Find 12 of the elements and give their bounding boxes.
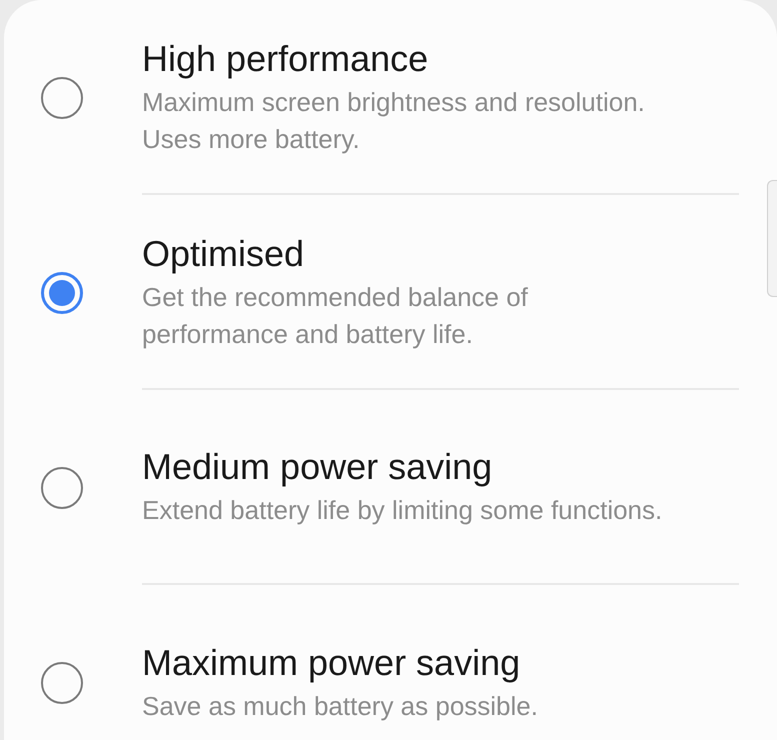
radio-button[interactable] [41,76,83,118]
option-title[interactable]: High performance [142,36,679,82]
option-description: Extend battery life by limiting some functions. [142,494,664,527]
option-description: Get the recommended balance of performance and battery life. [142,280,529,350]
radio-button[interactable] [41,466,83,508]
option-title[interactable]: Medium power saving [142,444,679,490]
option-description: Maximum screen brightness and resolution. Uses more battery. [142,86,646,156]
option-title[interactable]: Maximum power saving [142,640,679,686]
radio-button[interactable] [41,662,83,704]
radio-button[interactable] [41,272,83,314]
option-description: Save as much battery as possible. [142,690,539,723]
option-title[interactable]: Optimised [142,230,679,276]
